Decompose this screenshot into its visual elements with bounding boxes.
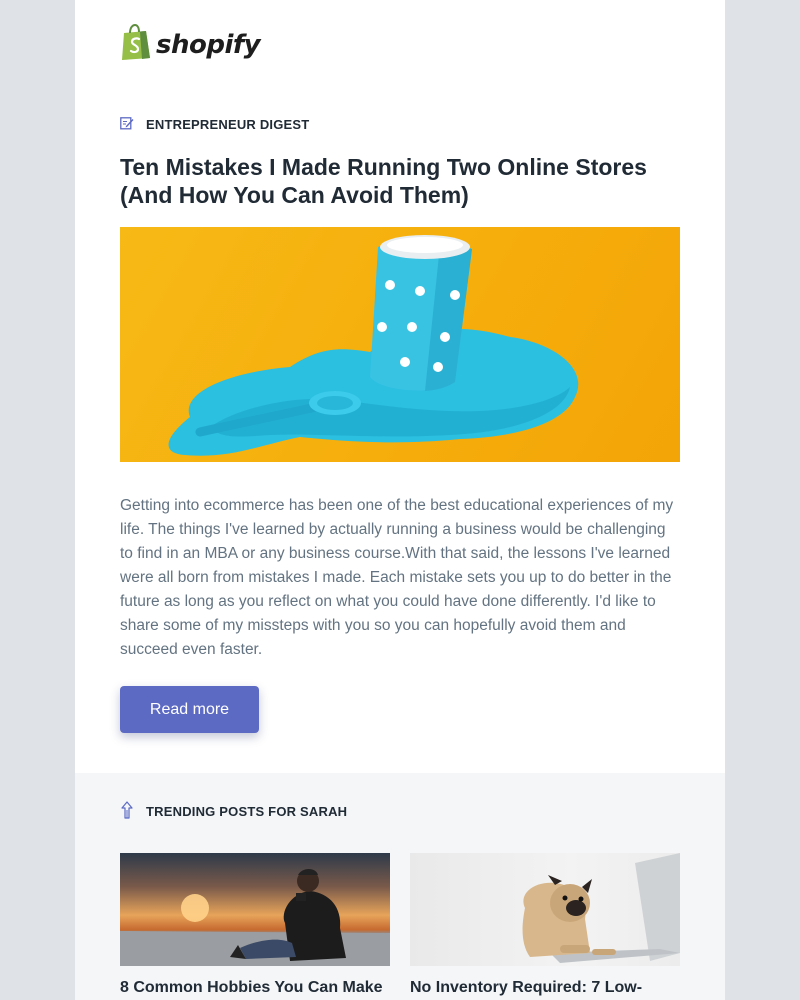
trending-section-label: TRENDING POSTS FOR SARAH [120, 801, 347, 822]
digest-section-label: ENTREPRENEUR DIGEST [120, 116, 309, 133]
post-thumbnail[interactable] [120, 853, 390, 966]
article-excerpt: Getting into ecommerce has been one of t… [120, 497, 674, 658]
post-title[interactable]: 8 Common Hobbies You Can Make [120, 978, 390, 998]
email-body: shopify ENTREPRENEUR DIGEST Ten Mistakes… [75, 0, 725, 1000]
trending-arrow-icon [120, 801, 134, 822]
trending-post-card[interactable]: 8 Common Hobbies You Can Make [120, 853, 390, 998]
edit-note-icon [120, 116, 134, 133]
shopify-bag-icon [120, 23, 152, 65]
read-more-button[interactable]: Read more [120, 686, 259, 733]
post-title[interactable]: No Inventory Required: 7 Low- [410, 978, 680, 998]
shopify-logo[interactable]: shopify [120, 23, 261, 65]
article-title[interactable]: Ten Mistakes I Made Running Two Online S… [120, 153, 680, 209]
trending-post-card[interactable]: No Inventory Required: 7 Low- [410, 853, 680, 998]
brand-wordmark: shopify [156, 29, 261, 60]
trending-section: TRENDING POSTS FOR SARAH 8 Common Hobbie… [75, 773, 725, 1000]
article-hero-image[interactable] [120, 227, 680, 462]
post-thumbnail[interactable] [410, 853, 680, 966]
trending-label-text: TRENDING POSTS FOR SARAH [146, 804, 348, 819]
digest-label-text: ENTREPRENEUR DIGEST [146, 117, 310, 132]
